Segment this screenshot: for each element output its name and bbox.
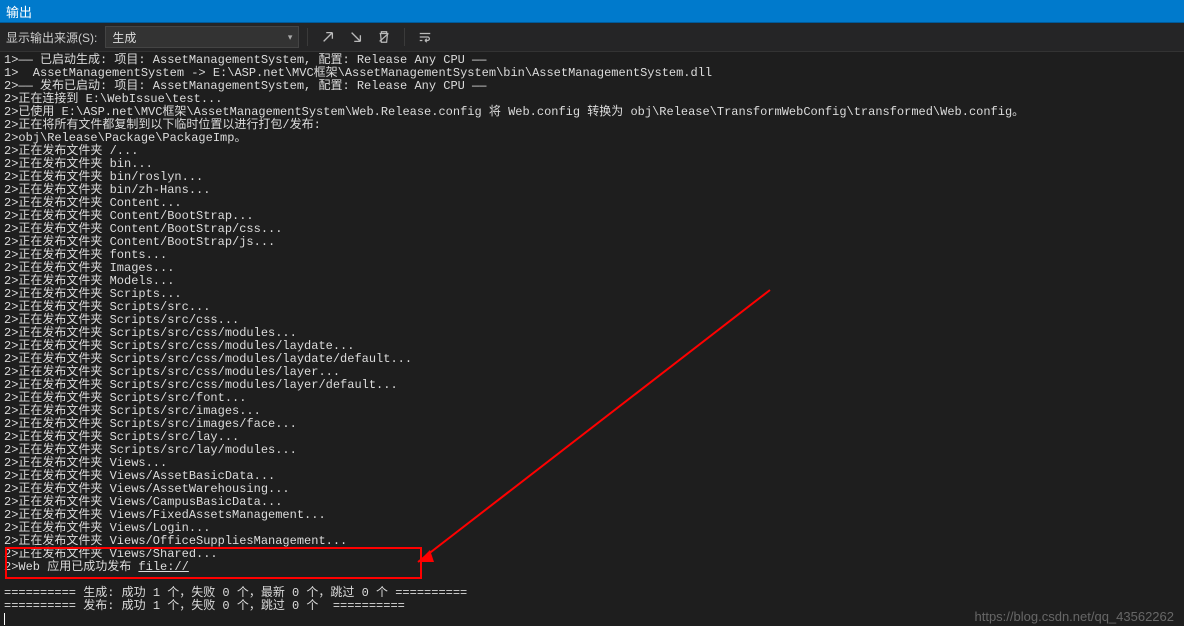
arrow-down-left-icon <box>349 30 363 44</box>
output-panel[interactable]: 1>—— 已启动生成: 项目: AssetManagementSystem, 配… <box>0 52 1184 626</box>
find-message-next-button[interactable] <box>344 26 368 48</box>
console-text[interactable]: 1>—— 已启动生成: 项目: AssetManagementSystem, 配… <box>0 52 1184 626</box>
output-line: 2>obj\Release\Package\PackageImp。 <box>4 132 1180 145</box>
clear-all-button[interactable] <box>372 26 396 48</box>
output-source-label: 显示输出来源(S): <box>6 29 97 46</box>
find-message-prev-button[interactable] <box>316 26 340 48</box>
chevron-down-icon: ▾ <box>288 32 293 43</box>
output-toolbar: 显示输出来源(S): 生成 ▾ <box>0 23 1184 52</box>
output-line: 2>正在发布文件夹 /... <box>4 145 1180 158</box>
output-source-value: 生成 <box>112 29 136 46</box>
arrow-up-left-icon <box>321 30 335 44</box>
separator <box>307 28 308 46</box>
publish-path-link[interactable]: file:// <box>138 560 188 574</box>
titlebar: 输出 <box>0 0 1184 23</box>
separator <box>404 28 405 46</box>
output-line: 2>正在发布文件夹 Images... <box>4 262 1180 275</box>
output-source-dropdown[interactable]: 生成 ▾ <box>105 26 299 48</box>
output-line: 2>正在发布文件夹 Content/BootStrap/js... <box>4 236 1180 249</box>
caret-icon <box>4 613 5 625</box>
publish-summary-line: ========== 发布: 成功 1 个，失败 0 个，跳过 0 个 ====… <box>4 600 1180 613</box>
publish-success-line: 2>Web 应用已成功发布 file:// <box>4 561 1180 574</box>
clear-icon <box>377 30 391 44</box>
word-wrap-icon <box>418 30 432 44</box>
toggle-word-wrap-button[interactable] <box>413 26 437 48</box>
caret-line <box>4 613 1180 626</box>
redacted-path <box>196 561 306 572</box>
output-line: 2>正在发布文件夹 fonts... <box>4 249 1180 262</box>
output-line: 2>正在发布文件夹 Scripts/src/lay/modules... <box>4 444 1180 457</box>
publish-success-prefix: 2>Web 应用已成功发布 <box>4 560 138 574</box>
window-title: 输出 <box>6 2 32 21</box>
